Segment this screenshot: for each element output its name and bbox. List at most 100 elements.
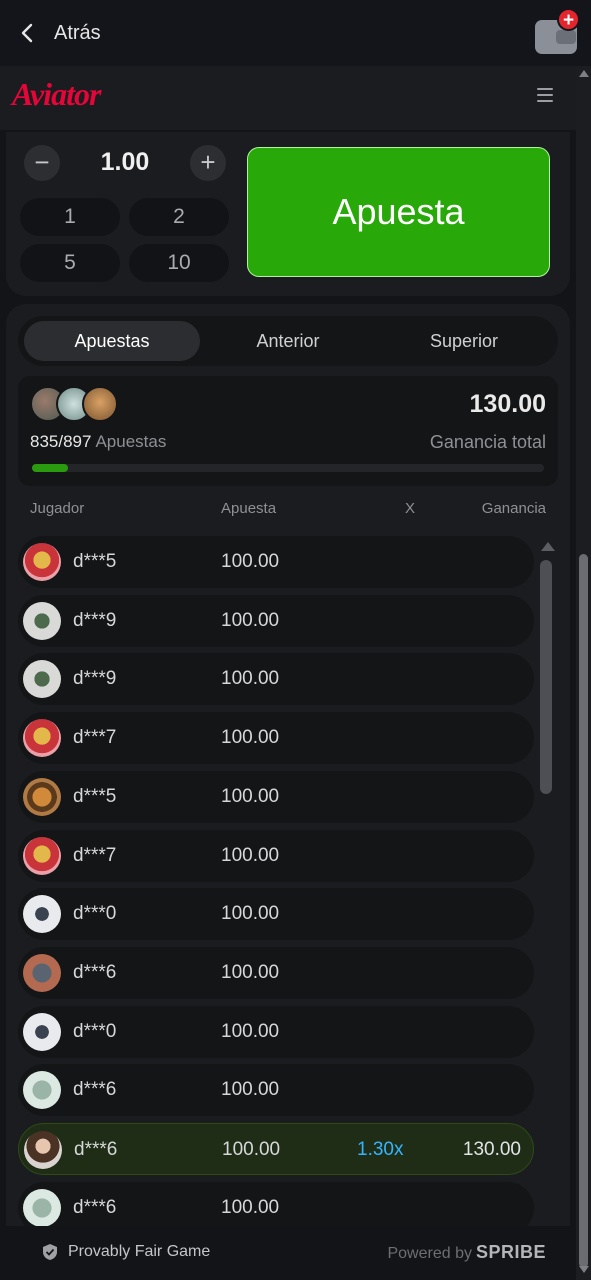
tab-anterior[interactable]: Anterior xyxy=(200,321,376,361)
bet-amount: 100.00 xyxy=(221,668,280,690)
win-amount: 130.00 xyxy=(462,1139,521,1160)
avatar xyxy=(23,836,61,875)
powered-by-label: Powered by xyxy=(387,1245,472,1262)
avatar xyxy=(23,1071,61,1110)
player-name: d***5 xyxy=(73,551,117,572)
page-scroll-up-icon[interactable] xyxy=(579,70,589,77)
total-win-value: 130.00 xyxy=(469,390,546,418)
bet-amount: 100.00 xyxy=(221,551,280,572)
bet-row: d***5 100.00 xyxy=(18,536,534,588)
quick-amount-2[interactable]: 2 xyxy=(129,198,229,236)
column-header-bet: Apuesta xyxy=(221,500,277,517)
powered-by: Powered by SPRIBE xyxy=(387,1242,546,1263)
column-header-win: Ganancia xyxy=(481,500,546,517)
bet-amount: 100.00 xyxy=(221,1020,280,1042)
bet-amount: 100.00 xyxy=(222,1139,281,1160)
aviator-logo: Aviator xyxy=(12,76,101,112)
bet-amount: 100.00 xyxy=(221,903,280,925)
page-scrollbar[interactable] xyxy=(576,66,591,1280)
footer: Provably Fair Game Powered by SPRIBE xyxy=(0,1226,576,1280)
bets-list-scrollbar[interactable] xyxy=(538,536,556,1280)
bet-amount: 100.00 xyxy=(221,609,280,631)
player-name: d***9 xyxy=(73,609,117,631)
provably-fair-link[interactable]: Provably Fair Game xyxy=(42,1243,210,1261)
column-header-player: Jugador xyxy=(30,500,85,517)
bet-amount: 100.00 xyxy=(221,961,280,983)
player-name: d***6 xyxy=(73,1196,117,1218)
bets-summary: 835/897 Apuestas 130.00 Ganancia total xyxy=(18,376,558,486)
bet-row: d***7 100.00 xyxy=(18,829,534,882)
bet-row: d***5 100.00 xyxy=(18,770,534,823)
bets-list[interactable]: d***5 100.00 d***9 100.00 d***9 100.00 d***7 10… xyxy=(18,536,534,1280)
bet-row: d***0 100.00 xyxy=(18,1005,534,1058)
bet-row: d***9 100.00 xyxy=(18,653,534,706)
avatar xyxy=(23,660,61,699)
avatar xyxy=(23,719,61,758)
shield-check-icon xyxy=(43,1244,57,1260)
bet-amount: 100.00 xyxy=(221,844,280,866)
avatar xyxy=(23,777,61,816)
increase-button[interactable]: + xyxy=(190,145,226,181)
player-name: d***0 xyxy=(73,1020,117,1042)
bets-progress-bar xyxy=(32,464,544,472)
bet-amount: 100.00 xyxy=(221,1196,280,1218)
player-name: d***5 xyxy=(73,785,117,807)
scroll-thumb[interactable] xyxy=(540,560,552,794)
plus-badge-icon: + xyxy=(557,8,580,31)
bet-amount-input[interactable]: 1.00 xyxy=(70,148,180,177)
back-button[interactable]: Atrás xyxy=(14,16,101,50)
player-name: d***6 xyxy=(73,1079,117,1101)
avatar xyxy=(23,543,61,581)
progress-fill xyxy=(32,464,68,472)
bet-amount: 100.00 xyxy=(221,727,280,749)
avatar xyxy=(24,1131,62,1169)
bet-amount: 100.00 xyxy=(221,785,280,807)
bets-count: 835/897 Apuestas xyxy=(30,432,166,452)
amount-stepper: − 1.00 + xyxy=(20,142,230,186)
bets-panel: Apuestas Anterior Superior 835/897 Apuest… xyxy=(6,304,570,1280)
quick-amount-5[interactable]: 5 xyxy=(20,244,120,282)
game-header: Aviator xyxy=(0,66,576,130)
bet-amount: 100.00 xyxy=(221,1079,280,1101)
chevron-left-icon xyxy=(14,16,40,50)
bets-count-label: Apuestas xyxy=(95,432,167,451)
cashout-multiplier: 1.30x xyxy=(357,1139,404,1160)
avatar xyxy=(23,1012,61,1051)
page-scroll-thumb[interactable] xyxy=(579,554,588,1268)
top-bar: Atrás + xyxy=(0,0,591,66)
player-name: d***7 xyxy=(73,844,117,866)
page-scroll-down-icon[interactable] xyxy=(579,1266,589,1273)
hamburger-menu-icon[interactable] xyxy=(537,88,553,106)
avatar xyxy=(23,953,61,992)
player-name: d***6 xyxy=(73,961,117,983)
place-bet-button[interactable]: Apuesta xyxy=(247,147,550,277)
bet-panel: − 1.00 + 1 2 5 10 Apuesta xyxy=(6,132,570,296)
bet-row: d***9 100.00 xyxy=(18,594,534,647)
tab-apuestas[interactable]: Apuestas xyxy=(24,321,200,361)
avatar-stack xyxy=(30,386,130,426)
provably-fair-label: Provably Fair Game xyxy=(68,1243,211,1260)
bet-row: d***0 100.00 xyxy=(18,888,534,941)
wallet-icon[interactable]: + xyxy=(532,8,582,58)
column-header-multiplier: X xyxy=(405,500,416,517)
decrease-button[interactable]: − xyxy=(24,145,60,181)
total-win-label: Ganancia total xyxy=(429,432,546,452)
player-name: d***9 xyxy=(73,668,117,690)
player-name: d***7 xyxy=(73,727,117,749)
avatar xyxy=(23,895,61,934)
tab-superior[interactable]: Superior xyxy=(376,321,552,361)
bet-row: d***6 100.00 xyxy=(18,1064,534,1117)
avatar xyxy=(23,601,61,640)
player-name: d***0 xyxy=(73,903,117,925)
bet-row: d***7 100.00 xyxy=(18,712,534,765)
back-label: Atrás xyxy=(54,21,101,44)
quick-amount-10[interactable]: 10 xyxy=(129,244,229,282)
game-area: Aviator − 1.00 + 1 2 5 10 Apuesta Apuest… xyxy=(0,66,576,1280)
spribe-logo: SPRIBE xyxy=(475,1242,546,1262)
player-name: d***6 xyxy=(74,1139,118,1160)
avatar xyxy=(82,386,118,422)
scroll-up-arrow-icon[interactable] xyxy=(541,542,555,551)
quick-amount-1[interactable]: 1 xyxy=(20,198,120,236)
bet-row: d***6 100.00 1.30x 130.00 xyxy=(18,1123,534,1175)
bets-count-value: 835/897 xyxy=(30,432,92,451)
